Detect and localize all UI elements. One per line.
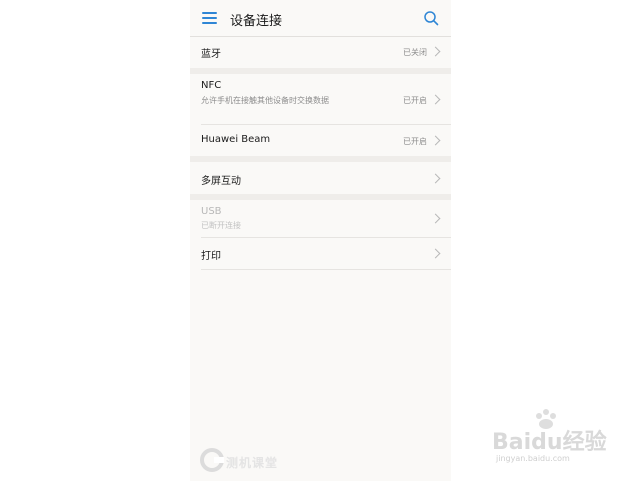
- chevron-right-icon: [430, 173, 441, 184]
- chevron-right-icon: [430, 46, 441, 57]
- baidu-jingyan-watermark: Baidu经验 jingyan.baidu.com: [492, 409, 612, 472]
- chevron-right-icon: [430, 248, 441, 259]
- settings-item-bluetooth[interactable]: 蓝牙 已关闭: [190, 36, 451, 68]
- print-label: 打印: [201, 251, 221, 262]
- menu-icon[interactable]: [202, 12, 217, 24]
- usb-label: USB: [201, 206, 222, 217]
- chevron-right-icon: [430, 94, 441, 105]
- settings-item-print[interactable]: 打印: [190, 238, 451, 269]
- row-divider: [201, 269, 451, 270]
- huawei-beam-status: 已开启: [403, 137, 427, 146]
- nfc-description: 允许手机在接触其他设备时交换数据: [201, 96, 329, 105]
- huawei-beam-label: Huawei Beam: [201, 134, 271, 145]
- channel-watermark-text: 测机课堂: [226, 456, 279, 470]
- baidu-brand-text: Baidu经验: [492, 430, 607, 455]
- bluetooth-label: 蓝牙: [201, 49, 221, 60]
- settings-item-huawei-beam[interactable]: Huawei Beam 已开启: [190, 125, 451, 156]
- baidu-url-text: jingyan.baidu.com: [496, 454, 570, 463]
- settings-item-multi-screen[interactable]: 多屏互动: [190, 162, 451, 194]
- page-title: 设备连接: [230, 14, 283, 29]
- nfc-status: 已开启: [403, 96, 427, 105]
- channel-watermark-logo: 测机课堂: [200, 447, 290, 475]
- multi-screen-label: 多屏互动: [201, 176, 241, 187]
- settings-screen: 设备连接 蓝牙 已关闭 NFC 允许手机在接触其他设备时交换数据 已开启 Hua…: [190, 0, 451, 481]
- search-icon[interactable]: [423, 10, 439, 26]
- channel-logo-icon: [200, 448, 224, 472]
- chevron-right-icon: [430, 213, 441, 224]
- usb-description: 已断开连接: [201, 221, 241, 230]
- bluetooth-status: 已关闭: [403, 48, 427, 57]
- chevron-right-icon: [430, 135, 441, 146]
- settings-item-usb: USB 已断开连接: [190, 200, 451, 237]
- header-bar: 设备连接: [190, 0, 451, 37]
- settings-item-nfc[interactable]: NFC 允许手机在接触其他设备时交换数据 已开启: [190, 74, 451, 124]
- nfc-label: NFC: [201, 80, 222, 91]
